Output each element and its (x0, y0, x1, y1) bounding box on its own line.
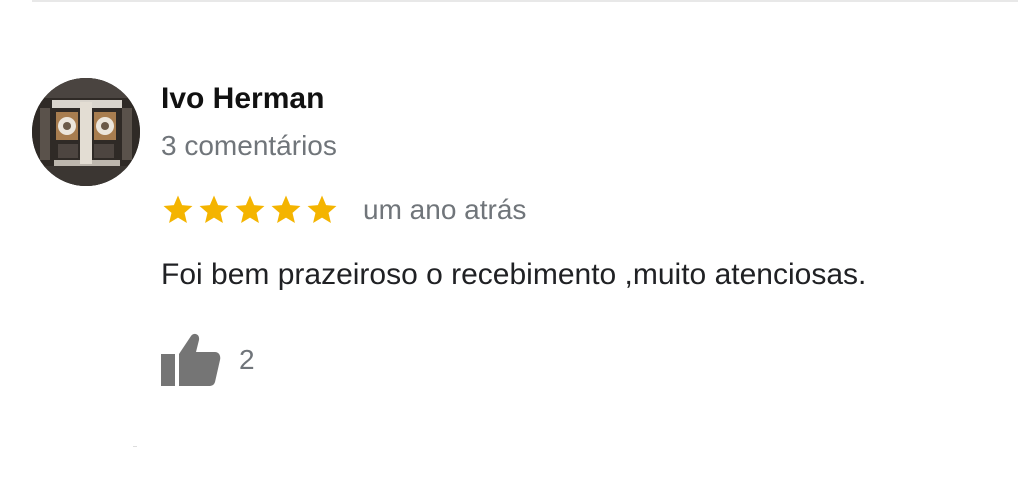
author-comment-count: 3 comentários (161, 130, 337, 161)
star-icon (235, 195, 265, 224)
avatar-image (32, 78, 140, 186)
star-icon (199, 195, 229, 224)
review-text: Foi bem prazeiroso o recebimento ,muito … (161, 258, 867, 291)
star-rating (161, 193, 341, 227)
star-icon (163, 195, 193, 224)
thumbs-up-icon (161, 333, 221, 386)
author-name[interactable]: Ivo Herman (161, 82, 324, 116)
like-count: 2 (239, 344, 255, 375)
divider (32, 0, 1018, 2)
rating-row: um ano atrás (161, 192, 526, 228)
divider-dot (133, 446, 137, 447)
avatar[interactable] (32, 78, 140, 186)
like-row: 2 (161, 330, 255, 390)
star-icon (271, 195, 301, 224)
like-button[interactable] (161, 331, 225, 389)
star-icon (307, 195, 337, 224)
review-date: um ano atrás (363, 194, 527, 225)
review-page: Ivo Herman 3 comentários um ano atrás Fo… (0, 0, 1024, 503)
